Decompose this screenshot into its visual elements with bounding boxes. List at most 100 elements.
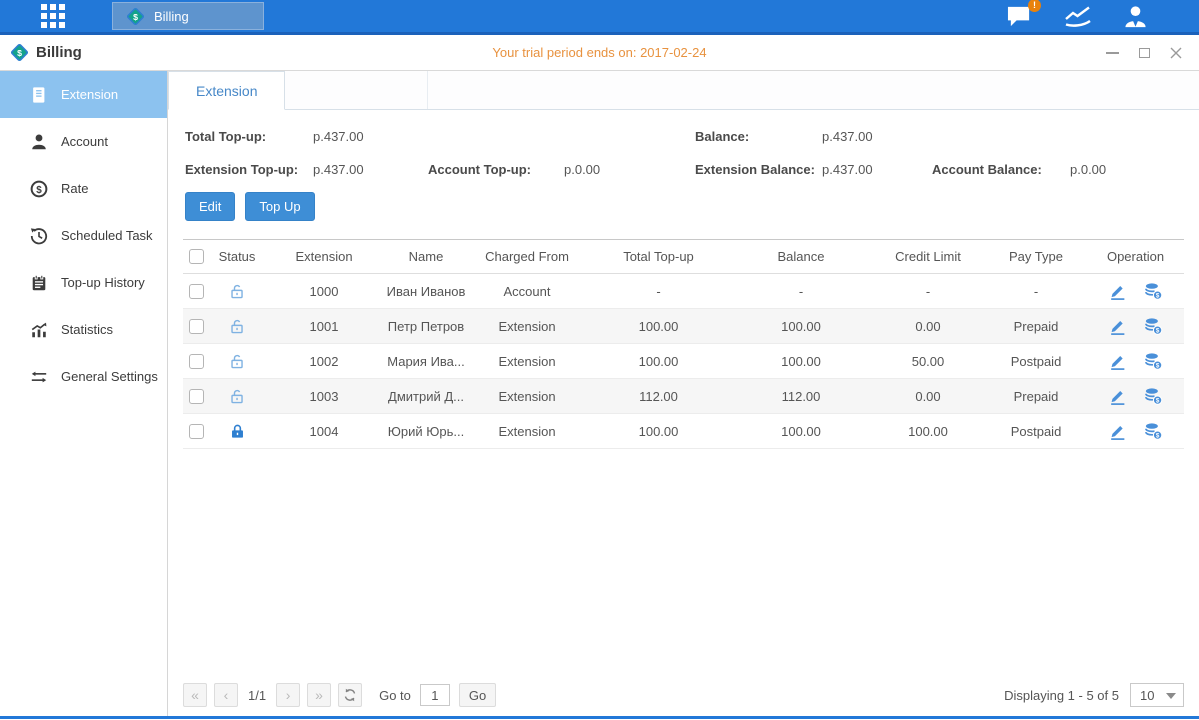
sidebar-item-scheduled-task[interactable]: Scheduled Task bbox=[0, 212, 167, 259]
cell-operation: $ bbox=[1087, 309, 1184, 344]
app-launcher-icon[interactable] bbox=[40, 3, 66, 29]
window-controls bbox=[1105, 46, 1183, 60]
tab-extension[interactable]: Extension bbox=[168, 71, 285, 110]
svg-text:$: $ bbox=[1156, 362, 1160, 369]
cell-extension: 1000 bbox=[264, 274, 384, 309]
close-button[interactable] bbox=[1169, 46, 1183, 60]
row-checkbox[interactable] bbox=[189, 284, 204, 299]
row-checkbox[interactable] bbox=[189, 354, 204, 369]
trial-notice: Your trial period ends on: 2017-02-24 bbox=[0, 45, 1199, 60]
general-settings-icon bbox=[30, 368, 48, 386]
cell-status bbox=[210, 379, 264, 414]
edit-pencil-icon[interactable] bbox=[1108, 282, 1127, 301]
scheduled-task-icon bbox=[30, 227, 48, 245]
sidebar-item-account[interactable]: Account bbox=[0, 118, 167, 165]
cell-status bbox=[210, 344, 264, 379]
chevron-down-icon bbox=[1166, 693, 1176, 699]
sidebar-item-statistics[interactable]: Statistics bbox=[0, 306, 167, 353]
page-size-value: 10 bbox=[1140, 688, 1154, 703]
row-checkbox[interactable] bbox=[189, 389, 204, 404]
topup-coins-icon[interactable]: $ bbox=[1144, 352, 1163, 371]
minimize-button[interactable] bbox=[1105, 46, 1119, 60]
pagination: « ‹ 1/1 › » Go to Go Displaying 1 - 5 of… bbox=[183, 683, 1184, 707]
resource-monitor-icon[interactable] bbox=[1063, 4, 1093, 28]
topup-coins-icon[interactable]: $ bbox=[1144, 422, 1163, 441]
page-size-select[interactable]: 10 bbox=[1130, 683, 1184, 707]
cell-pay-type: Prepaid bbox=[985, 309, 1087, 344]
edit-pencil-icon[interactable] bbox=[1108, 387, 1127, 406]
edit-pencil-icon[interactable] bbox=[1108, 352, 1127, 371]
maximize-button[interactable] bbox=[1137, 46, 1151, 60]
cell-name: Юрий Юрь... bbox=[384, 414, 468, 449]
table-row[interactable]: 1002Мария Ива...Extension100.00100.0050.… bbox=[183, 344, 1184, 379]
cell-name: Дмитрий Д... bbox=[384, 379, 468, 414]
col-header-extension: Extension bbox=[264, 240, 384, 274]
cell-pay-type: Prepaid bbox=[985, 379, 1087, 414]
topup-coins-icon[interactable]: $ bbox=[1144, 282, 1163, 301]
last-page-button[interactable]: » bbox=[307, 683, 331, 707]
topup-coins-icon[interactable]: $ bbox=[1144, 387, 1163, 406]
go-button[interactable]: Go bbox=[459, 683, 496, 707]
select-all-checkbox[interactable] bbox=[189, 249, 204, 264]
edit-pencil-icon[interactable] bbox=[1108, 422, 1127, 441]
svg-text:$: $ bbox=[17, 48, 22, 58]
table-row[interactable]: 1003Дмитрий Д...Extension112.00112.000.0… bbox=[183, 379, 1184, 414]
cell-extension: 1003 bbox=[264, 379, 384, 414]
col-header-status: Status bbox=[210, 240, 264, 274]
cell-name: Иван Иванов bbox=[384, 274, 468, 309]
top-up-button[interactable]: Top Up bbox=[245, 192, 314, 221]
col-header-credit-limit: Credit Limit bbox=[871, 240, 985, 274]
topup-history-icon bbox=[30, 274, 48, 292]
col-header-operation: Operation bbox=[1087, 240, 1184, 274]
sidebar-item-top-up-history[interactable]: Top-up History bbox=[0, 259, 167, 306]
row-checkbox[interactable] bbox=[189, 319, 204, 334]
sidebar-item-extension[interactable]: Extension bbox=[0, 71, 167, 118]
user-account-icon[interactable] bbox=[1122, 4, 1149, 29]
action-buttons: Edit Top Up bbox=[168, 177, 1199, 221]
lock-open-icon bbox=[210, 388, 264, 405]
edit-pencil-icon[interactable] bbox=[1108, 317, 1127, 336]
window-title-text: Billing bbox=[36, 44, 82, 61]
notifications-icon[interactable]: ! bbox=[1005, 4, 1034, 29]
table-row[interactable]: 1000Иван ИвановAccount----$ bbox=[183, 274, 1184, 309]
prev-page-button[interactable]: ‹ bbox=[214, 683, 238, 707]
topup-coins-icon[interactable]: $ bbox=[1144, 317, 1163, 336]
table-row[interactable]: 1001Петр ПетровExtension100.00100.000.00… bbox=[183, 309, 1184, 344]
row-checkbox[interactable] bbox=[189, 424, 204, 439]
cell-extension: 1001 bbox=[264, 309, 384, 344]
cell-total-topup: 100.00 bbox=[586, 309, 731, 344]
sidebar-item-rate[interactable]: $Rate bbox=[0, 165, 167, 212]
edit-button[interactable]: Edit bbox=[185, 192, 235, 221]
topbar-tab-billing[interactable]: $ Billing bbox=[112, 2, 264, 30]
col-header-balance: Balance bbox=[731, 240, 871, 274]
next-page-button[interactable]: › bbox=[276, 683, 300, 707]
cell-total-topup: - bbox=[586, 274, 731, 309]
tab-strip-spacer bbox=[285, 71, 428, 109]
cell-balance: 100.00 bbox=[731, 414, 871, 449]
sidebar-item-label: Extension bbox=[61, 87, 118, 102]
sidebar-item-label: General Settings bbox=[61, 369, 158, 384]
account-icon bbox=[30, 133, 48, 151]
table-row[interactable]: 1004Юрий Юрь...Extension100.00100.00100.… bbox=[183, 414, 1184, 449]
total-topup-label: Total Top-up: bbox=[185, 129, 313, 144]
sidebar-item-label: Rate bbox=[61, 181, 88, 196]
first-page-button[interactable]: « bbox=[183, 683, 207, 707]
cell-pay-type: Postpaid bbox=[985, 414, 1087, 449]
window-title: $ Billing bbox=[10, 43, 82, 62]
cell-checkbox bbox=[183, 309, 210, 344]
sidebar-item-label: Top-up History bbox=[61, 275, 145, 290]
displaying-text: Displaying 1 - 5 of 5 bbox=[1004, 688, 1119, 703]
sidebar-item-general-settings[interactable]: General Settings bbox=[0, 353, 167, 400]
sidebar-item-label: Scheduled Task bbox=[61, 228, 153, 243]
extension-topup-label: Extension Top-up: bbox=[185, 162, 313, 177]
cell-total-topup: 112.00 bbox=[586, 379, 731, 414]
cell-extension: 1002 bbox=[264, 344, 384, 379]
topup-summary: Total Top-up: p.437.00 Extension Top-up:… bbox=[185, 129, 695, 177]
page-indicator: 1/1 bbox=[248, 688, 266, 703]
refresh-icon[interactable] bbox=[338, 683, 362, 707]
extension-icon bbox=[30, 86, 48, 104]
cell-checkbox bbox=[183, 274, 210, 309]
billing-diamond-icon: $ bbox=[10, 43, 29, 62]
goto-page-input[interactable] bbox=[420, 684, 450, 706]
sidebar-item-label: Statistics bbox=[61, 322, 113, 337]
